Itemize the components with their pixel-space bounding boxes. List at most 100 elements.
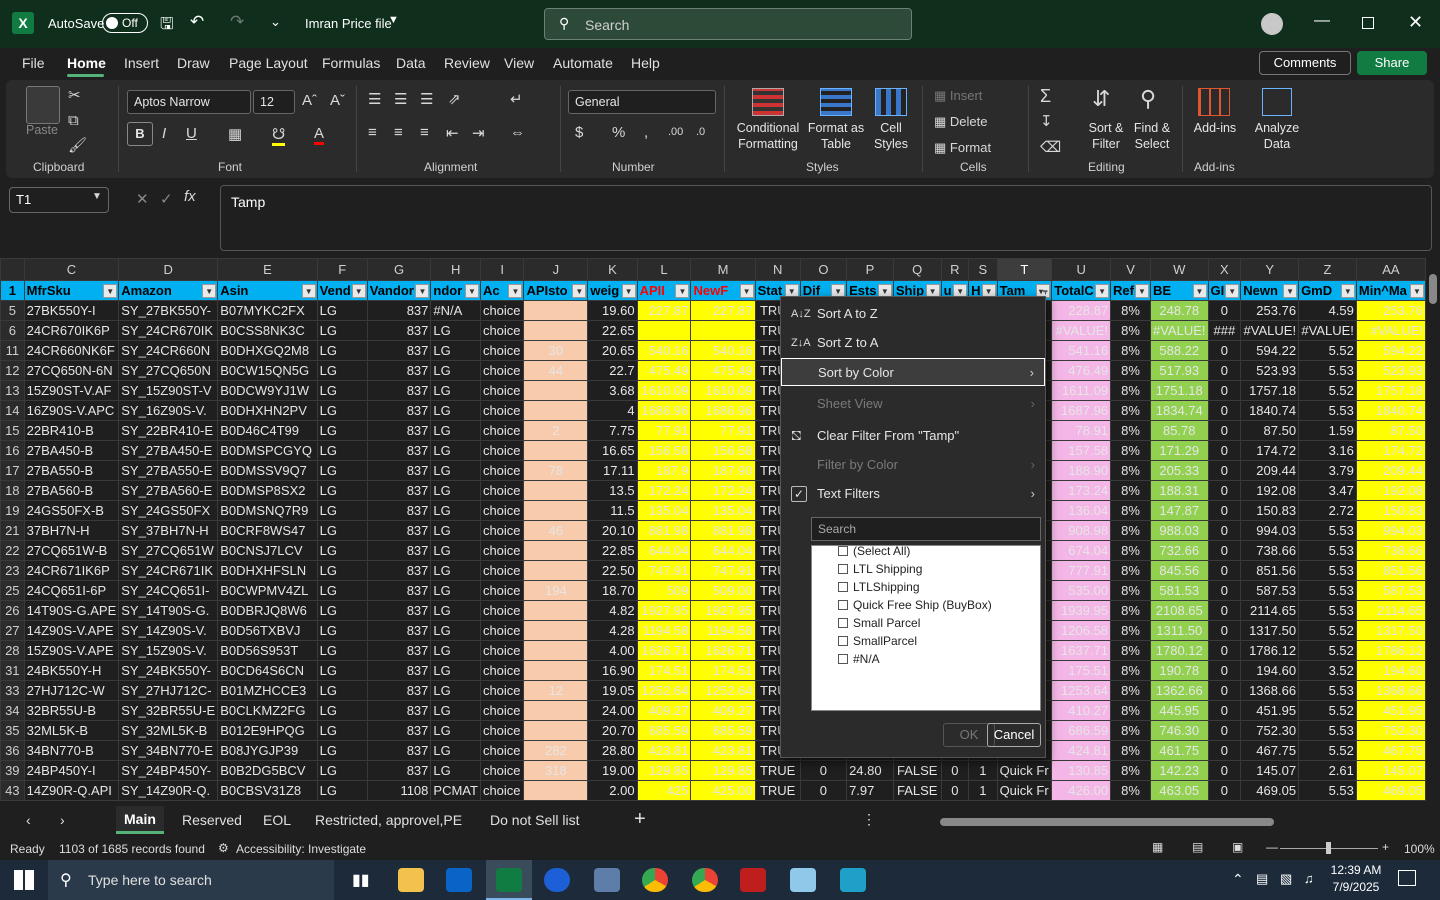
- table-cell[interactable]: 24.80: [846, 760, 894, 781]
- table-cell[interactable]: 0: [1207, 780, 1242, 801]
- table-cell[interactable]: 1.59: [1298, 420, 1357, 441]
- table-cell[interactable]: 24CR660NK6F: [23, 340, 120, 361]
- wrap-text-icon[interactable]: ↵: [510, 90, 523, 108]
- table-cell[interactable]: B012E9HPQG: [217, 720, 318, 741]
- row-header[interactable]: 19: [0, 500, 25, 521]
- table-cell[interactable]: SY_15Z90ST-V: [118, 380, 219, 401]
- table-cell[interactable]: 157.58: [1051, 440, 1112, 461]
- sheet-tab-eol[interactable]: EOL: [263, 812, 291, 828]
- table-cell[interactable]: SY_14T90S-G.: [118, 600, 219, 621]
- table-cell[interactable]: 0: [1207, 720, 1242, 741]
- table-cell[interactable]: 475.49: [690, 360, 756, 381]
- minimize-icon[interactable]: —: [1314, 12, 1330, 30]
- clock-time[interactable]: 12:39 AM: [1330, 863, 1382, 877]
- font-color-icon[interactable]: A: [314, 125, 325, 145]
- table-cell[interactable]: [523, 560, 589, 581]
- table-cell[interactable]: 451.95: [1355, 700, 1426, 721]
- table-cell[interactable]: LG: [316, 320, 368, 341]
- filter-dropdown-icon[interactable]: ▼: [1225, 284, 1240, 298]
- table-cell[interactable]: 171.29: [1150, 440, 1209, 461]
- header-cell[interactable]: APII ▼: [636, 280, 692, 301]
- tab-page-layout[interactable]: Page Layout: [229, 55, 308, 71]
- table-cell[interactable]: 738.66: [1240, 540, 1300, 561]
- cell-styles-label2[interactable]: Styles: [866, 136, 916, 152]
- column-header[interactable]: Q: [892, 258, 942, 281]
- table-cell[interactable]: 0: [1207, 740, 1242, 761]
- table-cell[interactable]: 752.30: [1240, 720, 1300, 741]
- table-cell[interactable]: 837: [366, 760, 432, 781]
- table-cell[interactable]: 451.95: [1240, 700, 1300, 721]
- taskbar-search[interactable]: ⚲ Type here to search: [48, 860, 334, 900]
- table-cell[interactable]: 0: [1207, 700, 1242, 721]
- table-cell[interactable]: #VALUE!: [1298, 320, 1357, 341]
- sheet-tab-main[interactable]: Main: [116, 806, 164, 834]
- table-cell[interactable]: 881.98: [636, 520, 692, 541]
- table-cell[interactable]: LG: [316, 480, 368, 501]
- table-cell[interactable]: 837: [366, 700, 432, 721]
- page-layout-view-icon[interactable]: ▤: [1192, 840, 1203, 854]
- table-cell[interactable]: 8%: [1110, 660, 1151, 681]
- chevron-down-icon[interactable]: ▼: [92, 191, 102, 202]
- table-cell[interactable]: SY_37BH7N-H: [118, 520, 219, 541]
- table-cell[interactable]: SY_27BA450-E: [118, 440, 219, 461]
- table-cell[interactable]: 194.60: [1355, 660, 1426, 681]
- table-cell[interactable]: 24CR670IK6P: [23, 320, 120, 341]
- tab-formulas[interactable]: Formulas: [322, 55, 380, 71]
- table-cell[interactable]: 994.03: [1355, 520, 1426, 541]
- filter-option-select-all[interactable]: (Select All): [838, 542, 910, 560]
- column-header[interactable]: O: [799, 258, 848, 281]
- table-cell[interactable]: LG: [430, 660, 481, 681]
- header-cell[interactable]: Vandor ▼: [366, 280, 432, 301]
- sort-filter-label2[interactable]: Filter: [1084, 136, 1128, 152]
- table-cell[interactable]: 145.07: [1355, 760, 1426, 781]
- column-header[interactable]: K: [587, 258, 638, 281]
- show-hidden-icons-icon[interactable]: ⌃: [1232, 871, 1244, 888]
- table-cell[interactable]: 15Z90ST-V.AF: [23, 380, 120, 401]
- table-cell[interactable]: 1626.71: [690, 640, 756, 661]
- table-cell[interactable]: 541.16: [1051, 340, 1112, 361]
- table-cell[interactable]: 253.76: [1355, 300, 1426, 321]
- column-header[interactable]: T: [996, 258, 1053, 281]
- table-cell[interactable]: 5.53: [1298, 360, 1357, 381]
- table-cell[interactable]: 0: [1207, 500, 1242, 521]
- table-cell[interactable]: 994.03: [1240, 520, 1300, 541]
- table-cell[interactable]: B0DMSNQ7R9: [217, 500, 318, 521]
- table-cell[interactable]: [523, 660, 589, 681]
- table-cell[interactable]: 8%: [1110, 740, 1151, 761]
- table-cell[interactable]: 7.97: [846, 780, 894, 801]
- format-painter-icon[interactable]: 🖌: [68, 136, 87, 154]
- table-cell[interactable]: 752.30: [1355, 720, 1426, 741]
- tab-insert[interactable]: Insert: [124, 55, 159, 71]
- table-cell[interactable]: 644.04: [690, 540, 756, 561]
- column-header[interactable]: H: [430, 258, 481, 281]
- table-cell[interactable]: LG: [316, 600, 368, 621]
- table-cell[interactable]: [523, 620, 589, 641]
- add-ins-icon[interactable]: [1198, 88, 1230, 116]
- table-cell[interactable]: 22.50: [587, 560, 638, 581]
- table-cell[interactable]: B0DCW9YJ1W: [217, 380, 318, 401]
- table-cell[interactable]: 837: [366, 320, 432, 341]
- table-cell[interactable]: 1194.58: [636, 620, 692, 641]
- table-cell[interactable]: SY_16Z90S-V.: [118, 400, 219, 421]
- table-cell[interactable]: 27BA450-B: [23, 440, 120, 461]
- table-cell[interactable]: 7.75: [587, 420, 638, 441]
- table-cell[interactable]: 0: [1207, 440, 1242, 461]
- table-cell[interactable]: [523, 400, 589, 421]
- filezilla-icon[interactable]: [740, 868, 766, 892]
- copy-icon[interactable]: ⧉: [68, 112, 79, 129]
- table-cell[interactable]: LG: [430, 340, 481, 361]
- table-cell[interactable]: 445.95: [1150, 700, 1209, 721]
- table-cell[interactable]: 0: [1207, 560, 1242, 581]
- table-cell[interactable]: 2114.65: [1355, 600, 1426, 621]
- vertical-scrollbar[interactable]: [1426, 258, 1440, 806]
- table-cell[interactable]: 15Z90S-V.APE: [23, 640, 120, 661]
- table-cell[interactable]: 8%: [1110, 340, 1151, 361]
- table-cell[interactable]: 77.91: [636, 420, 692, 441]
- table-cell[interactable]: #VALUE!: [1240, 320, 1300, 341]
- table-cell[interactable]: choice: [479, 320, 525, 341]
- table-cell[interactable]: #VALUE!: [1150, 320, 1209, 341]
- table-cell[interactable]: 1686.96: [690, 400, 756, 421]
- table-cell[interactable]: SY_24GS50FX: [118, 500, 219, 521]
- table-cell[interactable]: #VALUE!: [1051, 320, 1112, 341]
- table-cell[interactable]: B0DMSP8SX2: [217, 480, 318, 501]
